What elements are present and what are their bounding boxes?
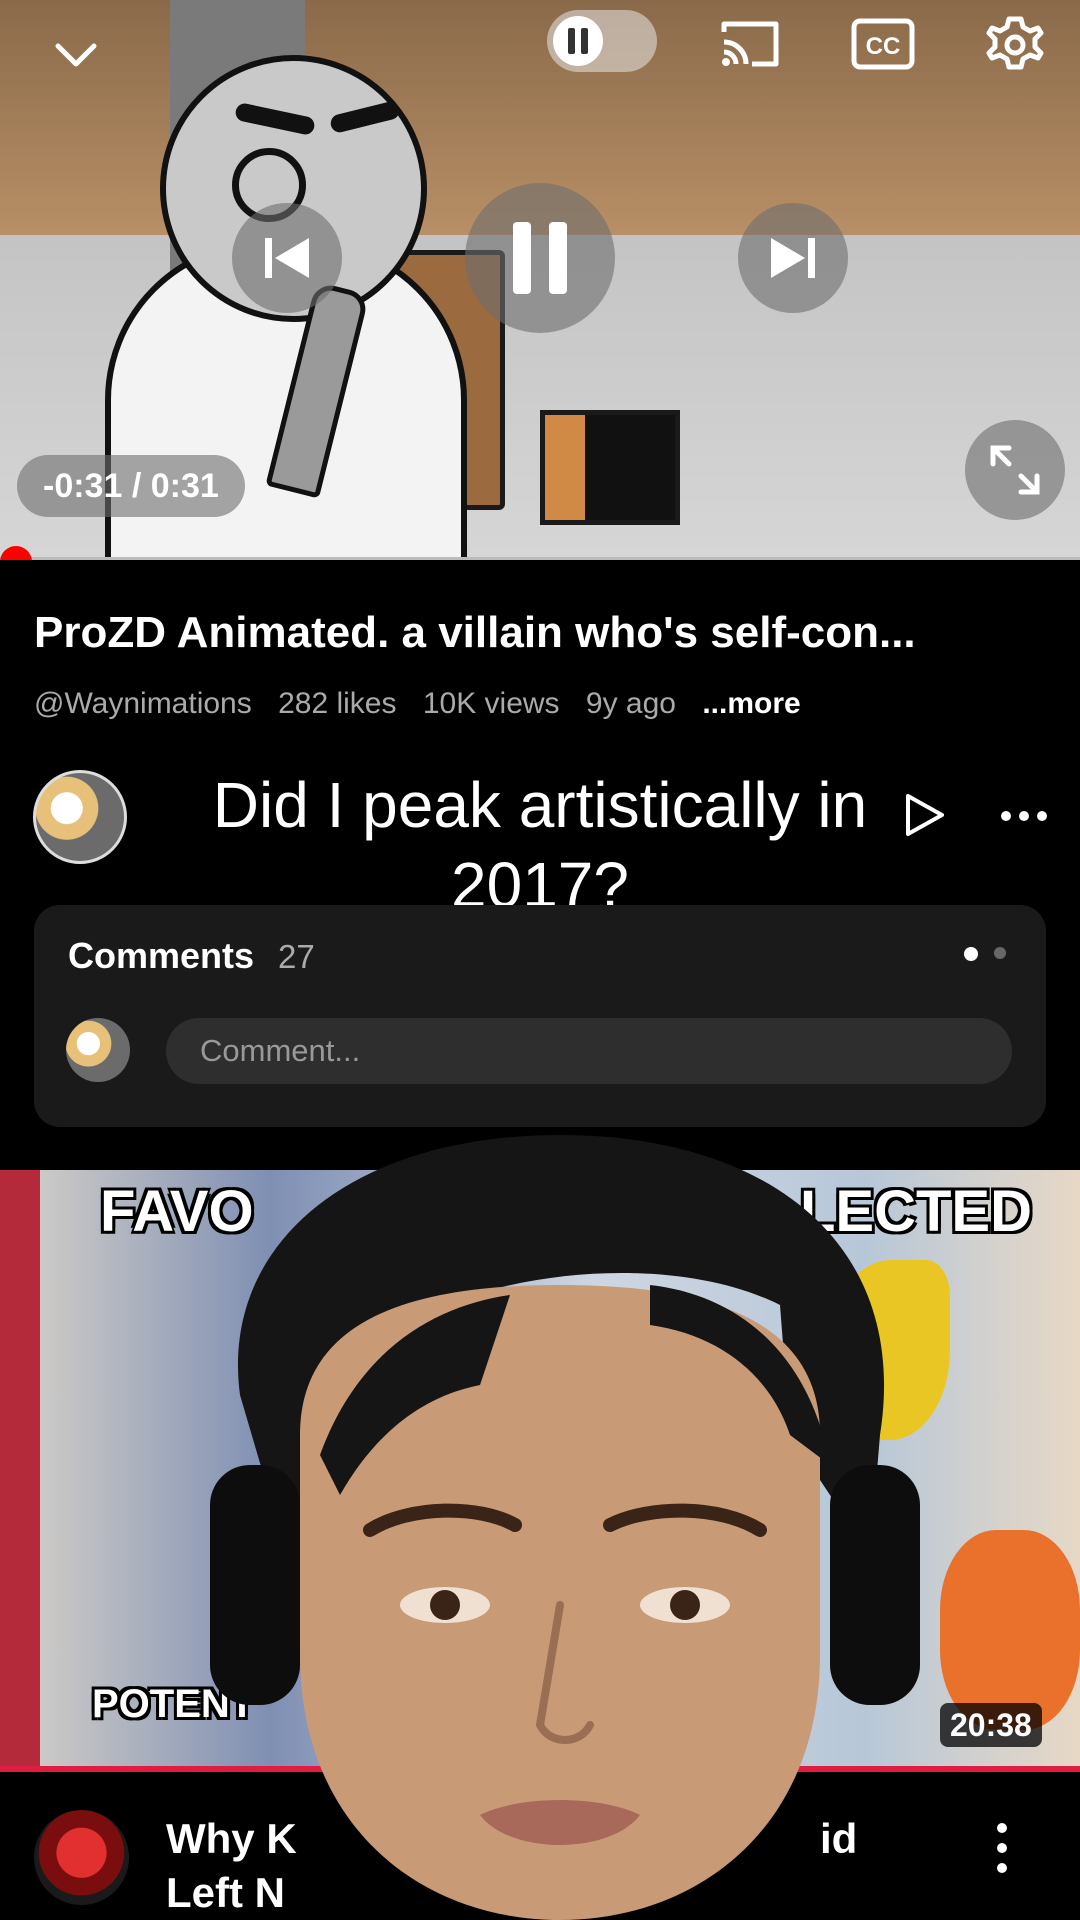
video-title[interactable]: ProZD Animated. a villain who's self-con… [34,608,916,658]
more-link[interactable]: ...more [702,687,800,720]
comments-panel[interactable]: Comments 27 Comment... [34,905,1046,1127]
pause-icon [568,28,588,54]
next-video-menu-button[interactable] [990,1820,1014,1876]
captions-button[interactable]: CC [848,16,918,72]
thumbnail-art [940,1530,1080,1730]
share-button[interactable] [900,790,950,840]
progress-bar[interactable] [0,557,1080,560]
svg-text:CC: CC [866,33,901,60]
comment-input[interactable]: Comment... [166,1018,1012,1084]
headphone-left [210,1465,300,1705]
share-icon [906,794,944,836]
video-player[interactable]: CC -0:31 / 0:31 [0,0,1080,560]
thumbnail-art [0,1170,40,1770]
autoplay-toggle[interactable] [547,10,657,72]
cast-icon [721,21,779,67]
more-options-button[interactable] [998,798,1050,834]
next-button[interactable] [738,203,848,313]
skip-previous-icon [265,238,309,278]
channel-avatar[interactable] [33,770,127,864]
skip-next-icon [771,238,815,278]
overlay-caption: Did I peak artistically in 2017? [212,769,868,921]
comments-title: Comments [68,935,255,976]
time-display: -0:31 / 0:31 [17,455,245,517]
user-avatar [66,1018,130,1082]
video-metadata[interactable]: @Waynimations 282 likes 10K views 9y ago… [34,687,819,721]
closed-captions-icon: CC [851,18,915,70]
fullscreen-button[interactable] [965,420,1065,520]
channel-handle: @Waynimations [34,687,252,720]
settings-icon [986,16,1044,70]
carousel-dot-active [964,947,978,961]
previous-button[interactable] [232,203,342,313]
comments-count: 27 [278,938,315,975]
headphone-right [830,1465,920,1705]
more-horizontal-icon [1001,811,1047,821]
more-vertical-icon [997,1823,1007,1873]
view-count: 10K views [422,687,560,720]
fullscreen-icon [990,445,1040,495]
cast-button[interactable] [715,16,785,72]
carousel-dot [994,947,1006,959]
video-frame-box [540,410,680,525]
play-pause-button[interactable] [465,183,615,333]
chevron-down-icon [55,43,97,67]
pause-icon [513,222,567,294]
minimize-button[interactable] [48,28,104,84]
like-count: 282 likes [278,687,397,720]
settings-button[interactable] [980,10,1050,80]
upload-age: 9y ago [585,687,676,720]
next-channel-avatar[interactable] [34,1810,129,1905]
video-duration-badge: 20:38 [940,1703,1042,1747]
facecam-overlay [210,1135,920,1920]
